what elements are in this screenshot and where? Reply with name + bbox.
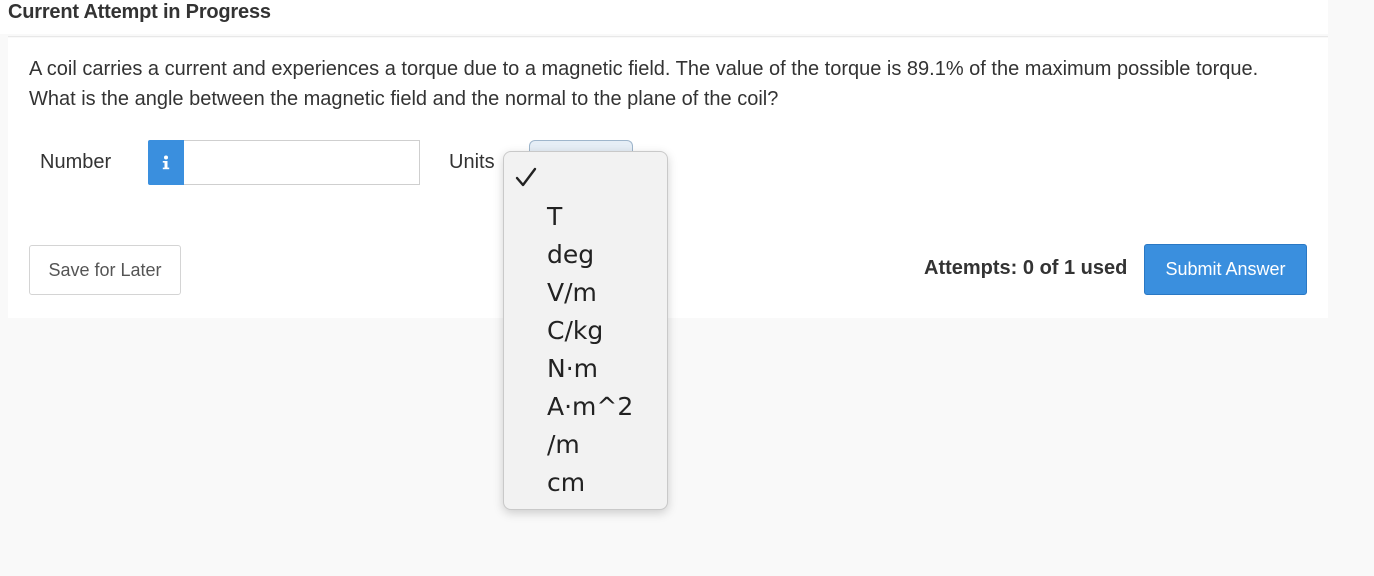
units-options-list: T deg V/m C/kg N·m A·m^2 /m cm (547, 198, 633, 502)
number-input[interactable] (184, 140, 420, 185)
unit-option-v-per-m[interactable]: V/m (547, 274, 633, 312)
number-label: Number (40, 151, 112, 173)
units-label: Units (449, 151, 495, 173)
page-title: Current Attempt in Progress (8, 1, 271, 23)
question-text: A coil carries a current and experiences… (29, 58, 1259, 110)
unit-option-deg[interactable]: deg (547, 236, 633, 274)
info-button[interactable] (148, 140, 184, 185)
unit-option-n-m[interactable]: N·m (547, 350, 633, 388)
unit-option-a-m2[interactable]: A·m^2 (547, 388, 633, 426)
info-icon (162, 155, 170, 169)
submit-answer-button[interactable]: Submit Answer (1144, 244, 1307, 295)
header-divider (8, 36, 1328, 37)
unit-option-per-m[interactable]: /m (547, 426, 633, 464)
attempts-counter: Attempts: 0 of 1 used (924, 257, 1128, 279)
unit-option-t[interactable]: T (547, 198, 633, 236)
save-for-later-button[interactable]: Save for Later (29, 245, 181, 295)
unit-option-c-per-kg[interactable]: C/kg (547, 312, 633, 350)
unit-option-cm[interactable]: cm (547, 464, 633, 502)
units-dropdown-menu: T deg V/m C/kg N·m A·m^2 /m cm (503, 151, 668, 510)
checkmark-icon (515, 167, 537, 187)
